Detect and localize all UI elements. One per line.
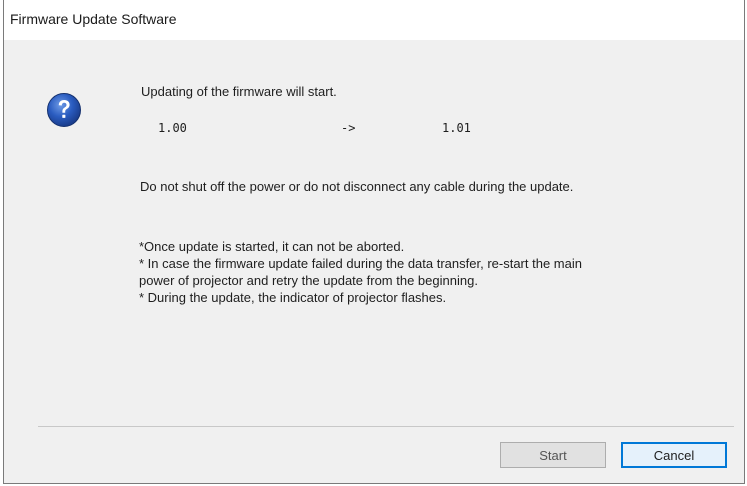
dialog-content: Updating of the firmware will start. 1.0… [4, 40, 744, 480]
note-line: power of projector and retry the update … [139, 273, 478, 288]
warning-text: Do not shut off the power or do not disc… [140, 179, 574, 194]
cancel-button[interactable]: Cancel [621, 442, 727, 468]
version-arrow: -> [341, 121, 356, 135]
new-version: 1.01 [442, 121, 471, 135]
notes-block: *Once update is started, it can not be a… [139, 238, 729, 306]
note-line: * In case the firmware update failed dur… [139, 256, 582, 271]
window-title: Firmware Update Software [10, 11, 177, 27]
note-line: * During the update, the indicator of pr… [139, 290, 447, 305]
update-heading: Updating of the firmware will start. [141, 84, 337, 99]
title-bar: Firmware Update Software [4, 0, 744, 40]
separator [38, 426, 734, 427]
start-button[interactable]: Start [500, 442, 606, 468]
firmware-update-dialog: Firmware Update Software Updating of the… [3, 0, 745, 484]
question-icon [47, 93, 81, 127]
current-version: 1.00 [158, 121, 187, 135]
note-line: *Once update is started, it can not be a… [139, 239, 405, 254]
